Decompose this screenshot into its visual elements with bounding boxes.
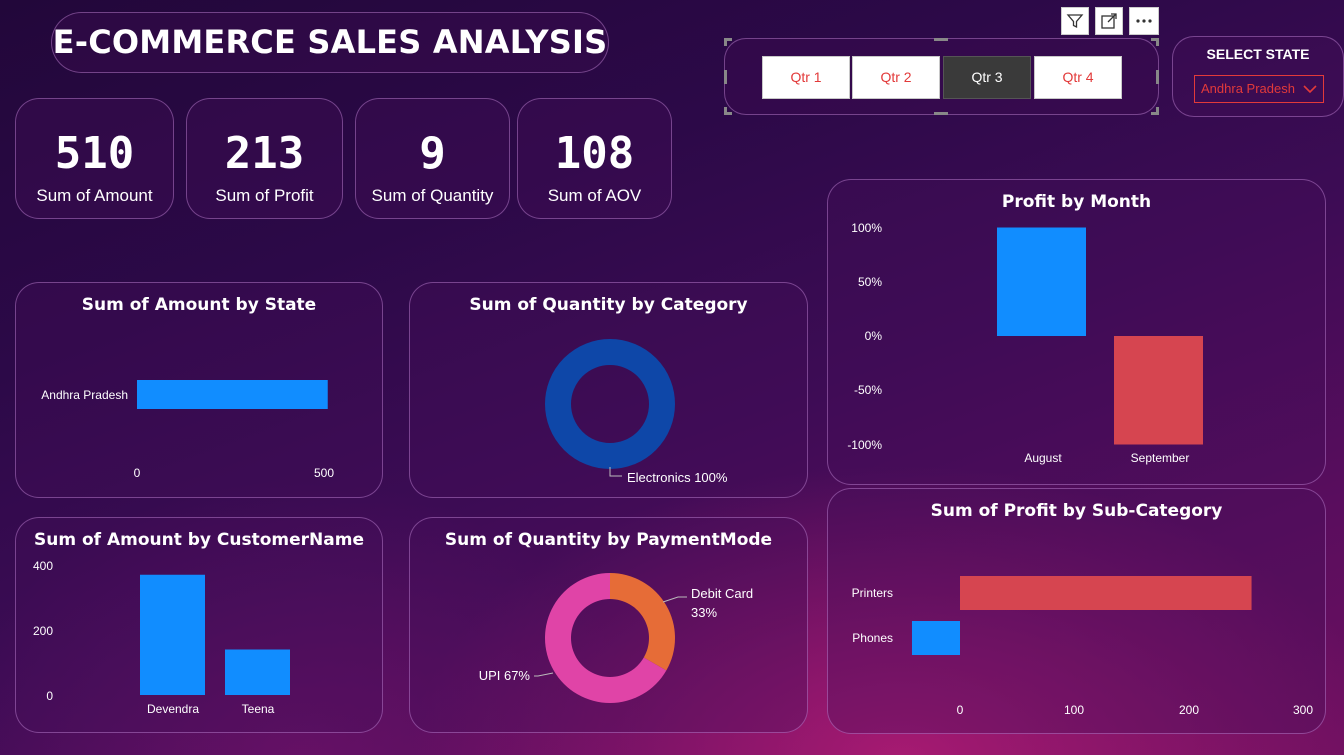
state-dropdown-value: Andhra Pradesh xyxy=(1201,81,1295,96)
bar[interactable] xyxy=(960,576,1252,610)
filter-icon[interactable] xyxy=(1061,7,1089,35)
title-panel: E-COMMERCE SALES ANALYSIS xyxy=(51,12,609,73)
kpi-value: 9 xyxy=(419,128,446,179)
x-tick-label: 500 xyxy=(314,466,334,480)
donut-slice[interactable] xyxy=(545,339,675,469)
kpi-card-quantity: 9 Sum of Quantity xyxy=(355,98,510,219)
resize-handle[interactable] xyxy=(934,112,948,115)
slicer-button-qtr4[interactable]: Qtr 4 xyxy=(1034,56,1122,99)
kpi-label: Sum of Profit xyxy=(215,186,314,205)
donut-slice[interactable] xyxy=(610,573,675,671)
x-tick-label: 0 xyxy=(957,703,964,717)
chart-quantity-by-payment: Sum of Quantity by PaymentMode Debit Car… xyxy=(409,517,808,733)
chart-canvas: Electronics 100% xyxy=(545,339,728,485)
kpi-value: 213 xyxy=(224,128,305,179)
more-options-icon[interactable] xyxy=(1129,7,1159,35)
bar[interactable] xyxy=(140,574,205,695)
kpi-label: Sum of Amount xyxy=(36,186,153,205)
y-tick-label: 0 xyxy=(46,689,53,703)
y-category-label: Andhra Pradesh xyxy=(41,388,128,402)
x-category-label: Devendra xyxy=(147,702,199,716)
x-category-label: August xyxy=(1024,451,1062,465)
state-slicer-label: SELECT STATE xyxy=(1206,46,1310,62)
chart-canvas: 100% 50% 0% -50% -100% August September xyxy=(847,221,1203,465)
y-tick-label: 0% xyxy=(865,329,883,343)
x-category-label: September xyxy=(1131,451,1190,465)
resize-handle[interactable] xyxy=(1156,38,1159,46)
chart-quantity-by-category: Sum of Quantity by Category Electronics … xyxy=(409,282,808,498)
state-slicer: SELECT STATE Andhra Pradesh xyxy=(1172,36,1344,117)
resize-handle[interactable] xyxy=(1156,107,1159,115)
slicer-button-qtr2[interactable]: Qtr 2 xyxy=(852,56,940,99)
chevron-down-icon xyxy=(1303,85,1317,94)
y-tick-label: 100% xyxy=(851,221,882,235)
x-tick-label: 200 xyxy=(1179,703,1199,717)
x-tick-label: 0 xyxy=(134,466,141,480)
bar[interactable] xyxy=(225,649,290,696)
page-title: E-COMMERCE SALES ANALYSIS xyxy=(52,23,608,61)
kpi-label: Sum of Quantity xyxy=(371,186,494,205)
chart-canvas: Andhra Pradesh 0 500 xyxy=(41,380,334,480)
x-category-label: Teena xyxy=(242,702,275,716)
chart-amount-by-state: Sum of Amount by State Andhra Pradesh 0 … xyxy=(15,282,383,498)
resize-handle[interactable] xyxy=(724,70,727,84)
kpi-card-profit: 213 Sum of Profit xyxy=(186,98,343,219)
resize-handle[interactable] xyxy=(1156,70,1159,84)
y-tick-label: 400 xyxy=(33,559,53,573)
focus-mode-icon[interactable] xyxy=(1095,7,1123,35)
bar[interactable] xyxy=(1114,336,1203,445)
resize-handle[interactable] xyxy=(934,38,948,41)
resize-handle[interactable] xyxy=(724,107,727,115)
kpi-label: Sum of AOV xyxy=(547,186,642,205)
bar[interactable] xyxy=(911,621,960,655)
bar[interactable] xyxy=(137,380,328,409)
kpi-card-amount: 510 Sum of Amount xyxy=(15,98,174,219)
leader-line xyxy=(662,596,687,603)
kpi-card-aov: 108 Sum of AOV xyxy=(517,98,672,219)
state-dropdown[interactable]: Andhra Pradesh xyxy=(1194,75,1324,103)
slice-label: Electronics 100% xyxy=(627,470,728,485)
slice-label: 33% xyxy=(691,605,717,620)
bar[interactable] xyxy=(997,227,1086,337)
kpi-value: 510 xyxy=(54,128,135,179)
quarter-slicer: Qtr 1 Qtr 2 Qtr 3 Qtr 4 xyxy=(724,38,1159,115)
y-tick-label: 50% xyxy=(858,275,882,289)
chart-profit-by-subcategory: Sum of Profit by Sub-Category Printers P… xyxy=(827,488,1326,734)
kpi-value: 108 xyxy=(554,128,635,179)
x-tick-label: 300 xyxy=(1293,703,1313,717)
slicer-button-qtr3[interactable]: Qtr 3 xyxy=(943,56,1031,99)
slicer-button-qtr1[interactable]: Qtr 1 xyxy=(762,56,850,99)
x-tick-label: 100 xyxy=(1064,703,1084,717)
resize-handle[interactable] xyxy=(724,38,727,46)
chart-profit-by-month: Profit by Month 100% 50% 0% -50% -100% A… xyxy=(827,179,1326,485)
leader-line xyxy=(534,672,554,677)
chart-canvas: Printers Phones 0 100 200 300 xyxy=(852,576,1313,717)
slice-label: UPI 67% xyxy=(479,668,531,683)
chart-amount-by-customer: Sum of Amount by CustomerName 400 200 0 … xyxy=(15,517,383,733)
slice-label: Debit Card xyxy=(691,586,753,601)
y-tick-label: 200 xyxy=(33,624,53,638)
y-tick-label: -100% xyxy=(847,438,882,452)
chart-canvas: 400 200 0 Devendra Teena xyxy=(33,559,290,716)
y-category-label: Printers xyxy=(852,586,893,600)
y-category-label: Phones xyxy=(852,631,893,645)
chart-canvas: Debit Card 33% UPI 67% xyxy=(479,573,753,703)
y-tick-label: -50% xyxy=(854,383,882,397)
